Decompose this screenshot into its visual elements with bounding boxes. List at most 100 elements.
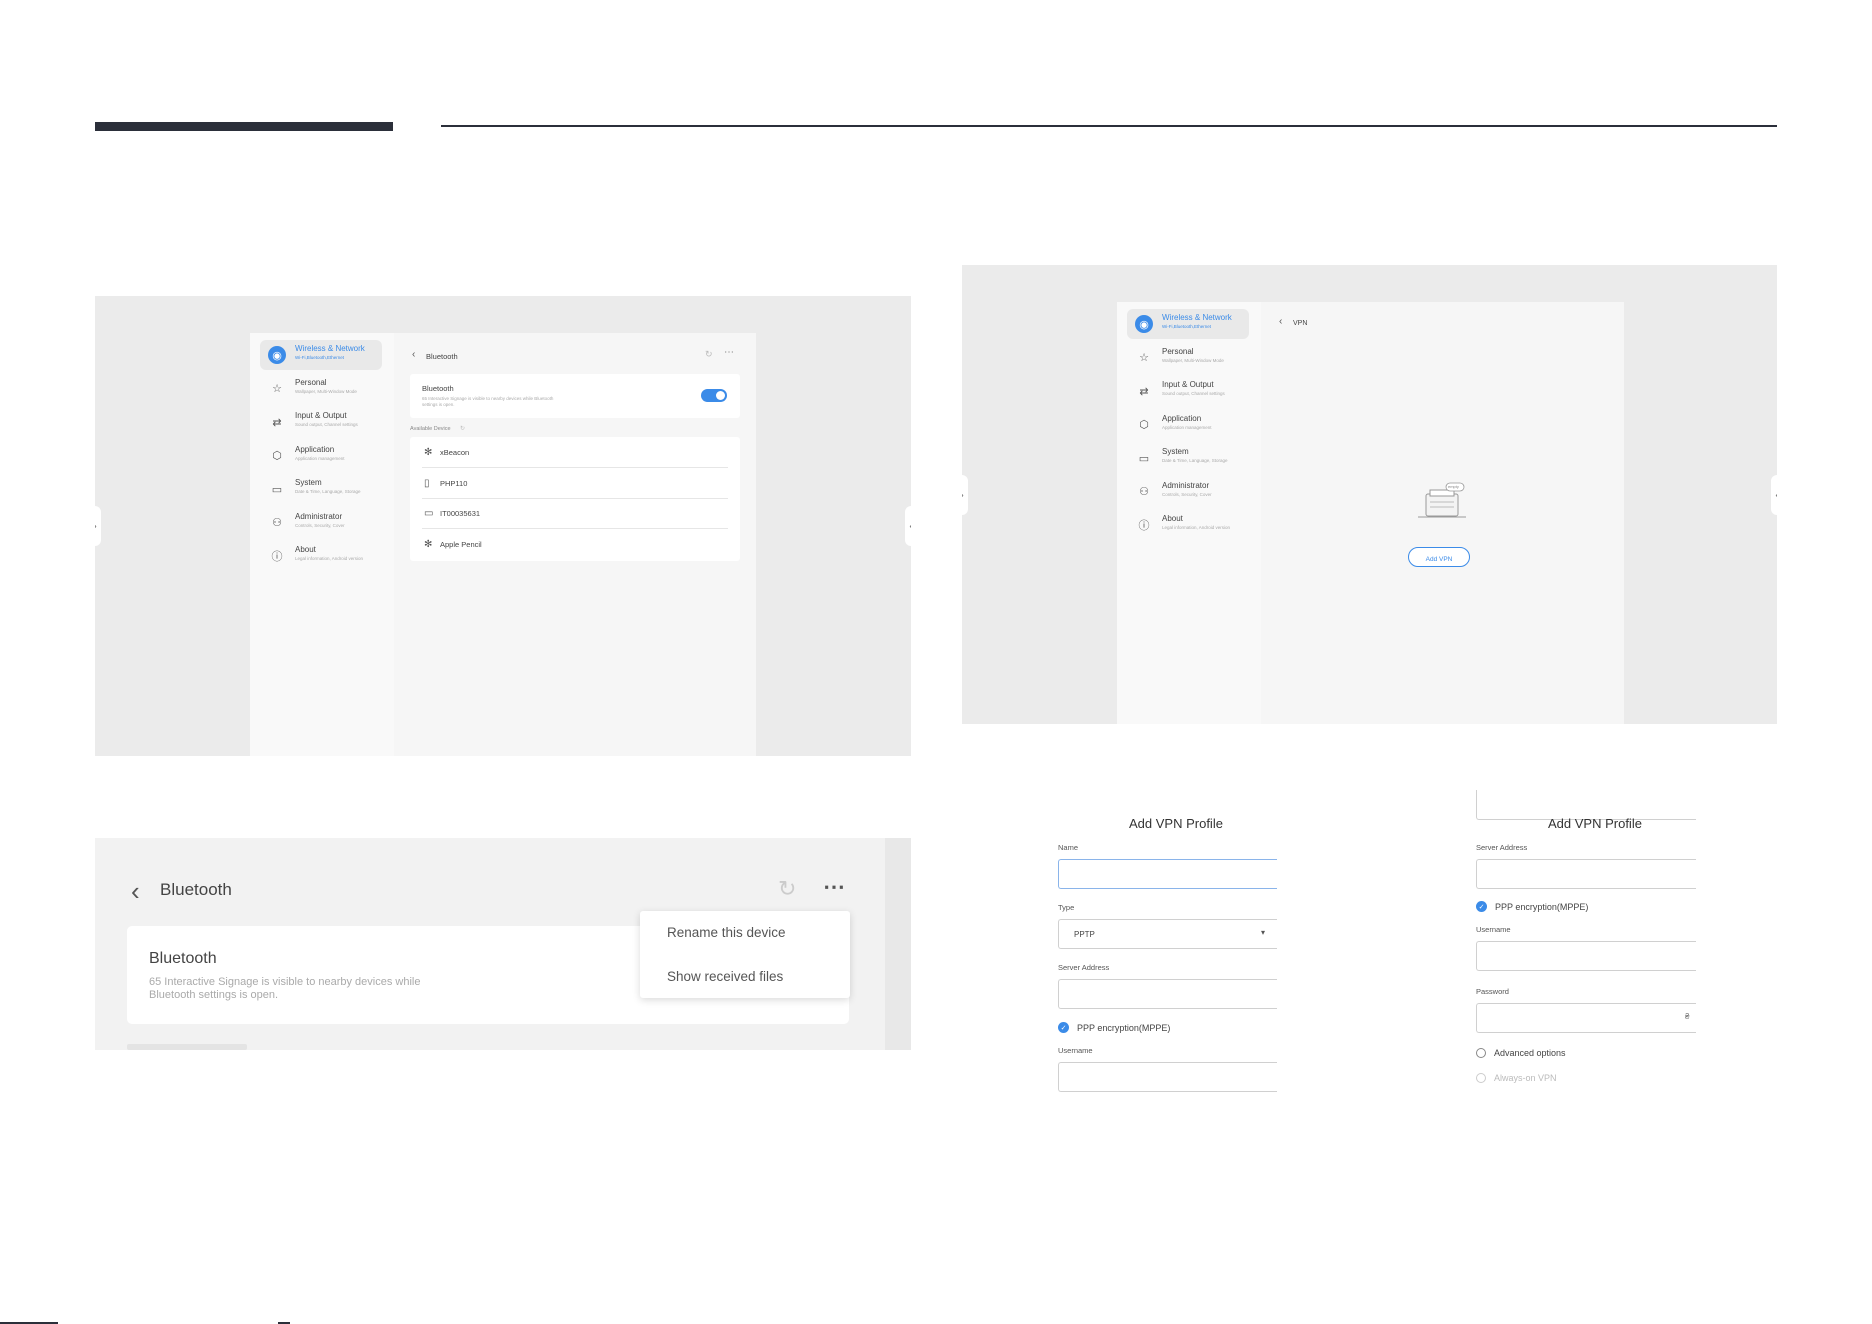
- sidebar-item-label: Application: [295, 444, 335, 454]
- sidebar-item-administrator[interactable]: ⚇ Administrator Controls, Security, Cover: [260, 508, 382, 538]
- sidebar-item-system[interactable]: ▭ System Date & Time, Language, Storage: [1127, 443, 1249, 473]
- bluetooth-toggle[interactable]: [701, 389, 727, 402]
- sidebar-item-personal[interactable]: ☆ Personal Wallpaper, Multi-Window Mode: [260, 374, 382, 404]
- sidebar-item-sublabel: Wallpaper, Multi-Window Mode: [1162, 357, 1224, 363]
- ppp-encryption-checkbox[interactable]: ✓: [1476, 901, 1487, 912]
- device-list-item[interactable]: ✻ Apple Pencil: [422, 529, 728, 559]
- menu-item-rename[interactable]: Rename this device: [640, 911, 850, 954]
- password-field[interactable]: ₴: [1476, 1003, 1696, 1033]
- available-device-peek: [127, 1044, 247, 1050]
- zoom-title: Bluetooth: [160, 880, 232, 899]
- toggle-description: 65 Interactive Signage is visible to nea…: [422, 396, 554, 407]
- right-arrow-icon[interactable]: ‹: [1771, 475, 1777, 515]
- device-name: Apple Pencil: [440, 539, 482, 549]
- empty-bubble-label: empty: [1448, 484, 1459, 489]
- advanced-options-checkbox[interactable]: [1476, 1048, 1486, 1058]
- sidebar-item-application[interactable]: ⬡ Application Application management: [260, 441, 382, 471]
- swap-arrows-icon: ⇄: [1139, 385, 1149, 398]
- sidebar-item-sublabel: Date & Time, Language, Storage: [295, 489, 361, 494]
- sidebar-item-sublabel: Sound output, Channel settings: [295, 422, 358, 427]
- zoom-right-edge: [885, 838, 911, 1050]
- server-address-field[interactable]: [1058, 979, 1277, 1009]
- swap-arrows-icon: ⇄: [272, 416, 282, 429]
- wifi-icon: ◉: [1135, 315, 1153, 333]
- sidebar-item-label: Personal: [1162, 346, 1194, 356]
- sidebar-item-sublabel: Date & Time, Language, Storage: [1162, 458, 1228, 463]
- sidebar-item-input-output[interactable]: ⇄ Input & Output Sound output, Channel set…: [260, 407, 382, 437]
- sidebar-item-sublabel: Wi-Fi,Bluetooth,Ethernet: [295, 355, 345, 360]
- bluetooth-settings-screenshot: › ‹ ◉ Wireless & Network Wi-Fi,Bluetooth,E…: [95, 296, 911, 756]
- card-description-line-2: Bluetooth settings is open.: [149, 989, 279, 1001]
- card-description-line-1: 65 Interactive Signage is visible to nea…: [149, 976, 421, 988]
- monitor-icon: ▭: [424, 508, 434, 519]
- available-device-label: Available Device: [410, 426, 451, 432]
- cube-icon: ⬡: [272, 450, 282, 462]
- wifi-icon: ◉: [268, 346, 286, 364]
- back-icon[interactable]: ‹: [131, 876, 140, 907]
- sidebar-item-label: Administrator: [1162, 480, 1210, 490]
- device-list-item[interactable]: ▭ IT00035631: [422, 498, 728, 529]
- sidebar-item-label: Wireless & Network: [1162, 313, 1232, 322]
- empty-state-illustration: empty: [1416, 482, 1468, 522]
- left-arrow-icon[interactable]: ›: [962, 475, 968, 515]
- sidebar-item-sublabel: Application management: [1162, 424, 1212, 430]
- more-options-icon[interactable]: ⋯: [823, 874, 845, 900]
- sidebar-item-sublabel: Wallpaper, Multi-Window Mode: [295, 388, 357, 394]
- add-vpn-button[interactable]: Add VPN: [1408, 547, 1470, 567]
- card-title: Bluetooth: [149, 950, 217, 967]
- sidebar-item-label: Application: [1162, 413, 1202, 423]
- name-field[interactable]: [1058, 859, 1277, 889]
- password-label: Password: [1476, 987, 1509, 996]
- settings-content: ‹ Bluetooth ↻ ⋯ Bluetooth 65 Interactive…: [394, 333, 756, 756]
- type-select[interactable]: PPTP ▾: [1058, 919, 1277, 949]
- ppp-encryption-label: PPP encryption(MPPE): [1495, 902, 1589, 912]
- menu-item-label: Show received files: [667, 969, 784, 984]
- refresh-icon[interactable]: ↻: [705, 349, 713, 360]
- device-list-item[interactable]: ✻ xBeacon: [422, 437, 728, 468]
- person-icon: ⚇: [272, 517, 282, 529]
- sidebar-item-personal[interactable]: ☆ Personal Wallpaper, Multi-Window Mode: [1127, 343, 1249, 373]
- always-on-vpn-label: Always-on VPN: [1494, 1073, 1557, 1083]
- sidebar-item-wireless-network[interactable]: ◉ Wireless & Network Wi-Fi,Bluetooth,Ether…: [1127, 309, 1249, 339]
- sidebar-item-system[interactable]: ▭ System Date & Time, Language, Storage: [260, 474, 382, 504]
- add-vpn-profile-form-1: Add VPN Profile Name Type PPTP ▾ Server …: [1055, 810, 1277, 1110]
- sidebar-item-sublabel: Sound output, Channel settings: [1162, 391, 1225, 396]
- screen-title: Bluetooth: [426, 352, 458, 361]
- form-title: Add VPN Profile: [1548, 816, 1642, 831]
- sidebar-item-administrator[interactable]: ⚇ Administrator Controls, Security, Cover: [1127, 477, 1249, 507]
- vpn-content: ‹ VPN empty Add VPN: [1261, 302, 1624, 724]
- device-name: xBeacon: [440, 448, 470, 457]
- sidebar-item-label: Input & Output: [1162, 380, 1214, 389]
- username-field[interactable]: [1476, 941, 1696, 971]
- sidebar-item-sublabel: Application management: [295, 455, 345, 461]
- sidebar-item-label: System: [1162, 447, 1189, 456]
- name-label: Name: [1058, 843, 1079, 852]
- ppp-encryption-checkbox[interactable]: ✓: [1058, 1022, 1069, 1033]
- server-address-field[interactable]: [1476, 859, 1696, 889]
- sidebar-item-input-output[interactable]: ⇄ Input & Output Sound output, Channel set…: [1127, 376, 1249, 406]
- menu-item-show-files[interactable]: Show received files: [640, 955, 850, 998]
- refresh-icon[interactable]: ↻: [778, 876, 796, 902]
- back-icon[interactable]: ‹: [1279, 316, 1282, 327]
- sidebar-item-about[interactable]: ⓘ About Legal information, Android version: [260, 541, 382, 571]
- sidebar-item-sublabel: Legal information, Android version: [295, 556, 364, 561]
- sidebar-item-application[interactable]: ⬡ Application Application management: [1127, 410, 1249, 440]
- info-icon: ⓘ: [1138, 520, 1150, 532]
- device-name: PHP110: [440, 478, 468, 488]
- password-visibility-icon[interactable]: ₴: [1685, 1012, 1689, 1021]
- ppp-encryption-label: PPP encryption(MPPE): [1077, 1023, 1171, 1033]
- device-list-item[interactable]: ▯ PHP110: [422, 468, 728, 499]
- left-arrow-icon[interactable]: ›: [95, 506, 101, 546]
- back-icon[interactable]: ‹: [412, 349, 415, 360]
- sidebar-item-about[interactable]: ⓘ About Legal information, Android version: [1127, 510, 1249, 540]
- advanced-options-label: Advanced options: [1494, 1048, 1566, 1058]
- sidebar-item-sublabel: Legal information, Android version: [1162, 525, 1231, 530]
- more-options-icon[interactable]: ⋯: [724, 347, 734, 358]
- bluetooth-icon: ✻: [424, 538, 433, 550]
- username-field[interactable]: [1058, 1062, 1277, 1092]
- sidebar-item-sublabel: Controls, Security, Cover: [1162, 491, 1212, 497]
- right-arrow-icon[interactable]: ‹: [905, 506, 911, 546]
- always-on-vpn-checkbox[interactable]: [1476, 1073, 1486, 1083]
- sidebar-item-wireless-network[interactable]: ◉ Wireless & Network Wi-Fi,Bluetooth,Ether…: [260, 340, 382, 370]
- sidebar-item-label: Wireless & Network: [295, 344, 365, 353]
